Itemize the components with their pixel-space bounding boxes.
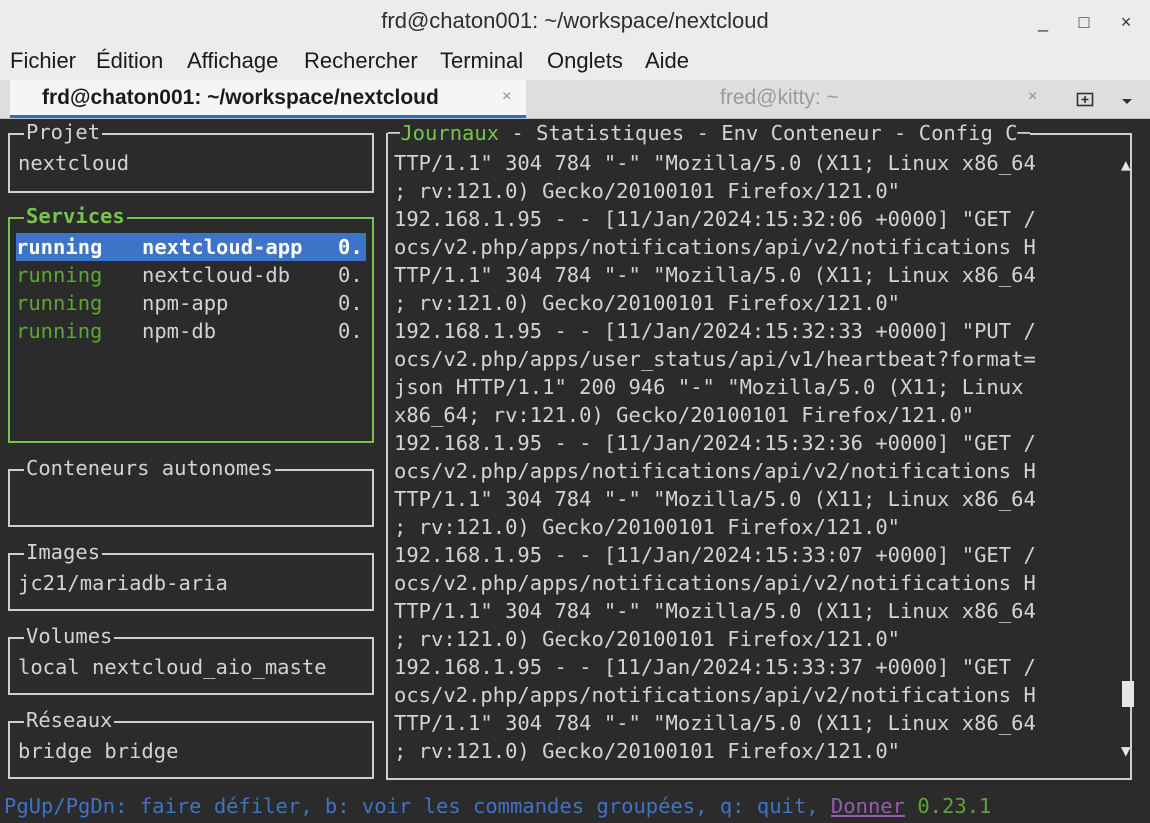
service-row-nextcloud-app[interactable]: running nextcloud-app 0. bbox=[16, 233, 366, 261]
service-value: 0. bbox=[338, 235, 363, 259]
service-row-npm-app[interactable]: running npm-app 0. bbox=[16, 289, 366, 317]
status-bar: PgUp/PgDn: faire défiler, b: voir les co… bbox=[4, 792, 991, 820]
maximize-button[interactable]: □ bbox=[1071, 10, 1097, 34]
tab-kitty[interactable]: fred@kitty: ~ × bbox=[528, 80, 1060, 118]
tab-chaton001[interactable]: frd@chaton001: ~/workspace/nextcloud × bbox=[10, 80, 526, 118]
log-line: TTP/1.1" 304 784 "-" "Mozilla/5.0 (X11; … bbox=[394, 599, 1036, 623]
menubar: Fichier Édition Affichage Rechercher Ter… bbox=[0, 44, 1150, 80]
terminal-area[interactable]: Projet nextcloud Services running nextclo… bbox=[0, 119, 1150, 823]
log-line: ocs/v2.php/apps/notifications/api/v2/not… bbox=[394, 459, 1036, 483]
panel-title: Projet bbox=[24, 120, 103, 144]
log-line: TTP/1.1" 304 784 "-" "Mozilla/5.0 (X11; … bbox=[394, 151, 1036, 175]
menu-affichage[interactable]: Affichage bbox=[187, 48, 278, 74]
panel-images[interactable]: Images jc21/mariadb-aria bbox=[8, 540, 374, 611]
panel-title: Volumes bbox=[24, 624, 115, 648]
log-line: 192.168.1.95 - - [11/Jan/2024:15:32:36 +… bbox=[394, 431, 1036, 455]
log-output[interactable]: TTP/1.1" 304 784 "-" "Mozilla/5.0 (X11; … bbox=[394, 149, 1124, 765]
service-status: running bbox=[16, 263, 103, 287]
scrollbar-thumb[interactable] bbox=[1122, 681, 1134, 707]
service-row-nextcloud-db[interactable]: running nextcloud-db 0. bbox=[16, 261, 366, 289]
log-line: ; rv:121.0) Gecko/20100101 Firefox/121.0… bbox=[394, 179, 901, 203]
log-line: x86_64; rv:121.0) Gecko/20100101 Firefox… bbox=[394, 403, 975, 427]
log-panel-tabs: ─Journaux - Statistiques - Env Conteneur… bbox=[388, 121, 1030, 145]
log-line: TTP/1.1" 304 784 "-" "Mozilla/5.0 (X11; … bbox=[394, 711, 1036, 735]
window-titlebar: frd@chaton001: ~/workspace/nextcloud _ □… bbox=[0, 0, 1150, 44]
menu-rechercher[interactable]: Rechercher bbox=[304, 48, 418, 74]
menu-edition[interactable]: Édition bbox=[96, 48, 163, 74]
minimize-button[interactable]: _ bbox=[1030, 10, 1056, 34]
log-line: json HTTP/1.1" 200 946 "-" "Mozilla/5.0 … bbox=[394, 375, 1024, 399]
tab-label: frd@chaton001: ~/workspace/nextcloud bbox=[42, 86, 439, 109]
log-line: ; rv:121.0) Gecko/20100101 Firefox/121.0… bbox=[394, 515, 901, 539]
menu-onglets[interactable]: Onglets bbox=[547, 48, 623, 74]
log-tab-separator: - bbox=[881, 121, 919, 145]
version-label: 0.23.1 bbox=[917, 794, 992, 818]
menu-aide[interactable]: Aide bbox=[645, 48, 689, 74]
service-status: running bbox=[16, 235, 103, 259]
log-line: ; rv:121.0) Gecko/20100101 Firefox/121.0… bbox=[394, 627, 901, 651]
tab-close-icon[interactable]: × bbox=[502, 88, 511, 106]
log-line: ocs/v2.php/apps/notifications/api/v2/not… bbox=[394, 571, 1036, 595]
scroll-down-icon[interactable]: ▼ bbox=[1121, 741, 1131, 760]
service-name: nextcloud-db bbox=[142, 263, 291, 287]
service-row-npm-db[interactable]: running npm-db 0. bbox=[16, 317, 366, 345]
log-tab-separator: - bbox=[684, 121, 722, 145]
log-line: ocs/v2.php/apps/user_status/api/v1/heart… bbox=[394, 347, 1036, 371]
service-value: 0. bbox=[338, 263, 363, 287]
log-line: 192.168.1.95 - - [11/Jan/2024:15:32:33 +… bbox=[394, 319, 1036, 343]
log-tab-separator: - bbox=[499, 121, 537, 145]
log-tab-journaux[interactable]: Journaux bbox=[400, 121, 500, 145]
project-name: nextcloud bbox=[18, 151, 130, 175]
panel-projet[interactable]: Projet nextcloud bbox=[8, 120, 374, 193]
service-name: npm-app bbox=[142, 291, 229, 315]
image-item: jc21/mariadb-aria bbox=[18, 571, 228, 595]
panel-title: Images bbox=[24, 540, 103, 564]
log-line: ocs/v2.php/apps/notifications/api/v2/not… bbox=[394, 683, 1036, 707]
log-tab-statistiques[interactable]: Statistiques bbox=[536, 121, 685, 145]
volume-item: local nextcloud_aio_maste bbox=[18, 655, 327, 679]
service-name: nextcloud-app bbox=[142, 235, 303, 259]
window-title: frd@chaton001: ~/workspace/nextcloud bbox=[381, 8, 769, 33]
log-line: ; rv:121.0) Gecko/20100101 Firefox/121.0… bbox=[394, 739, 901, 763]
panel-services[interactable]: Services running nextcloud-app 0. running n… bbox=[8, 204, 374, 443]
log-line: ; rv:121.0) Gecko/20100101 Firefox/121.0… bbox=[394, 291, 901, 315]
service-status: running bbox=[16, 319, 103, 343]
service-value: 0. bbox=[338, 319, 363, 343]
donate-link[interactable]: Donner bbox=[831, 794, 905, 818]
chevron-down-icon[interactable] bbox=[1120, 94, 1134, 112]
close-window-button[interactable]: × bbox=[1113, 10, 1139, 34]
log-line: 192.168.1.95 - - [11/Jan/2024:15:32:06 +… bbox=[394, 207, 1036, 231]
log-line: 192.168.1.95 - - [11/Jan/2024:15:33:37 +… bbox=[394, 655, 1036, 679]
panel-reseaux[interactable]: Réseaux bridge bridge bbox=[8, 708, 374, 779]
log-line: ocs/v2.php/apps/notifications/api/v2/not… bbox=[394, 235, 1036, 259]
new-tab-icon[interactable] bbox=[1076, 90, 1094, 113]
log-tab-env-conteneur[interactable]: Env Conteneur bbox=[721, 121, 882, 145]
scroll-up-icon[interactable]: ▲ bbox=[1121, 155, 1131, 174]
panel-title: Réseaux bbox=[24, 708, 115, 732]
menu-fichier[interactable]: Fichier bbox=[10, 48, 76, 74]
service-status: running bbox=[16, 291, 103, 315]
tab-bar: frd@chaton001: ~/workspace/nextcloud × f… bbox=[0, 80, 1150, 119]
tab-close-icon[interactable]: × bbox=[1028, 88, 1037, 106]
log-line: TTP/1.1" 304 784 "-" "Mozilla/5.0 (X11; … bbox=[394, 263, 1036, 287]
help-text: PgUp/PgDn: faire défiler, b: voir les co… bbox=[4, 794, 831, 818]
log-line: 192.168.1.95 - - [11/Jan/2024:15:33:07 +… bbox=[394, 543, 1036, 567]
panel-title: Conteneurs autonomes bbox=[24, 456, 275, 480]
service-value: 0. bbox=[338, 291, 363, 315]
menu-terminal[interactable]: Terminal bbox=[440, 48, 523, 74]
tab-label: fred@kitty: ~ bbox=[720, 86, 839, 109]
panel-title: Services bbox=[24, 204, 127, 228]
service-name: npm-db bbox=[142, 319, 217, 343]
panel-volumes[interactable]: Volumes local nextcloud_aio_maste bbox=[8, 624, 374, 695]
log-tab-config[interactable]: Config C bbox=[918, 121, 1018, 145]
network-item: bridge bridge bbox=[18, 739, 179, 763]
panel-conteneurs-autonomes[interactable]: Conteneurs autonomes bbox=[8, 456, 374, 527]
log-line: TTP/1.1" 304 784 "-" "Mozilla/5.0 (X11; … bbox=[394, 487, 1036, 511]
